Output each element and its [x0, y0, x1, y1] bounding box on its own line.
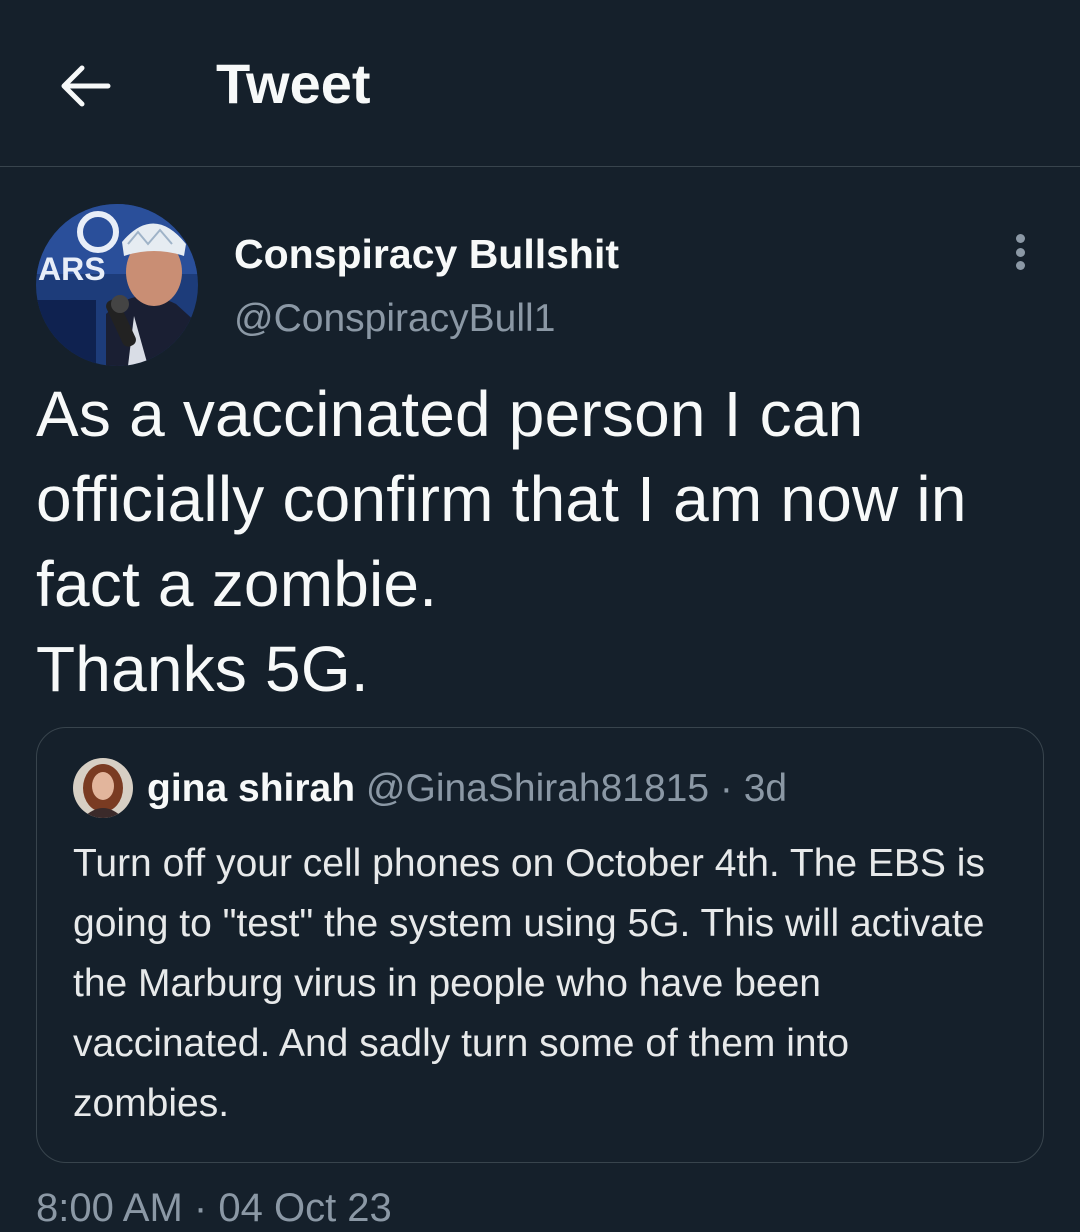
more-vertical-icon-dot [1015, 261, 1025, 270]
separator-dot: · [193, 1186, 208, 1230]
quoted-author-name: gina shirah [147, 767, 356, 810]
quoted-tweet-header: gina shirah @GinaShirah81815 · 3d [147, 766, 787, 812]
tweet-time: 8:00 AM [36, 1186, 183, 1230]
more-options-button[interactable] [998, 228, 1042, 276]
quoted-author-handle: @GinaShirah81815 [365, 767, 710, 810]
tweet-date: 04 Oct 23 [218, 1186, 392, 1230]
author-avatar[interactable]: ARS [36, 204, 198, 366]
tweet-timestamp[interactable]: 8:00 AM · 04 Oct 23 [36, 1184, 392, 1232]
separator-dot: · [719, 767, 733, 810]
quoted-author-avatar[interactable] [73, 758, 133, 818]
quoted-tweet-time: 3d [743, 767, 788, 810]
author-display-name[interactable]: Conspiracy Bullshit [234, 230, 619, 278]
arrow-left-icon [61, 65, 111, 107]
more-vertical-icon [1015, 234, 1025, 243]
author-handle[interactable]: @ConspiracyBull1 [234, 296, 555, 342]
page-title: Tweet [216, 52, 371, 115]
back-button[interactable] [48, 48, 124, 124]
top-bar: Tweet [0, 0, 1080, 167]
quoted-tweet-text: Turn off your cell phones on October 4th… [73, 842, 985, 1125]
tweet-text: As a vaccinated person I can officially … [36, 378, 967, 705]
more-vertical-icon-dot [1015, 247, 1025, 257]
avatar-logo-text: ARS [38, 251, 106, 287]
quoted-tweet-card[interactable]: gina shirah @GinaShirah81815 · 3d Turn o… [36, 727, 1044, 1163]
